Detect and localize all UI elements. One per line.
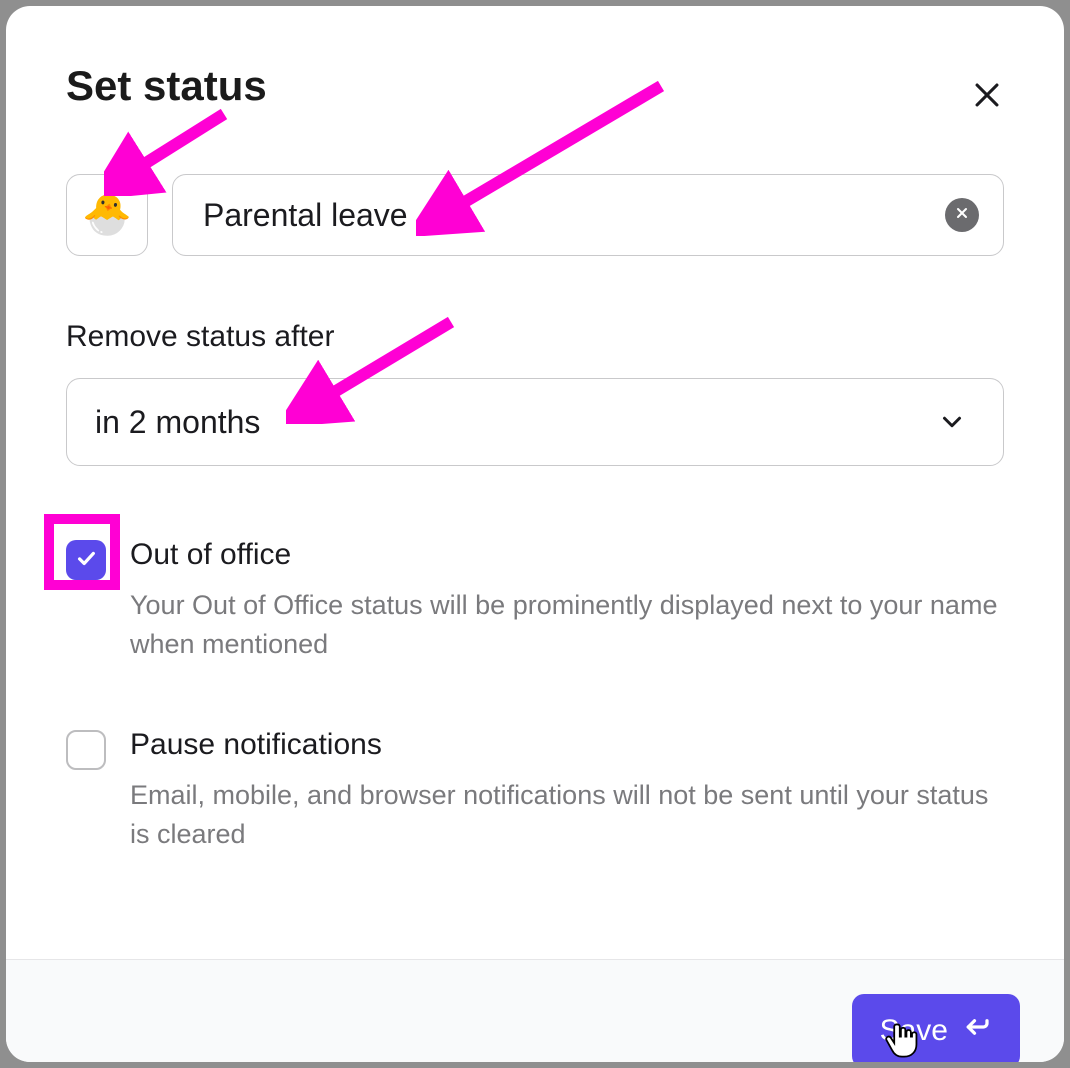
out-of-office-desc: Your Out of Office status will be promin…	[130, 586, 1004, 664]
set-status-dialog: Set status 🐣	[6, 6, 1064, 1062]
remove-after-select[interactable]: in 2 months	[66, 378, 1004, 466]
remove-after-value: in 2 months	[95, 404, 260, 441]
dialog-body: Set status 🐣	[6, 6, 1064, 959]
clear-status-button[interactable]	[945, 198, 979, 232]
dialog-footer: Save	[6, 959, 1064, 1062]
out-of-office-option: Out of office Your Out of Office status …	[66, 538, 1004, 664]
out-of-office-title: Out of office	[130, 538, 1004, 572]
remove-after-label: Remove status after	[66, 320, 1004, 354]
pause-notifications-desc: Email, mobile, and browser notifications…	[130, 776, 1004, 854]
out-of-office-text: Out of office Your Out of Office status …	[130, 538, 1004, 664]
pause-notifications-option: Pause notifications Email, mobile, and b…	[66, 728, 1004, 854]
dialog-title: Set status	[66, 62, 1004, 110]
status-row: 🐣	[66, 174, 1004, 256]
status-emoji-button[interactable]: 🐣	[66, 174, 148, 256]
chevron-down-icon	[937, 407, 967, 437]
checkmark-icon	[75, 547, 97, 574]
close-button[interactable]	[970, 78, 1004, 112]
status-text-input[interactable]	[201, 196, 929, 235]
x-circle-icon	[954, 205, 970, 226]
save-button[interactable]: Save	[852, 994, 1020, 1062]
hatching-chick-emoji: 🐣	[82, 195, 132, 235]
return-icon	[962, 1012, 992, 1050]
out-of-office-checkbox[interactable]	[66, 540, 106, 580]
close-icon	[970, 99, 1004, 116]
pause-notifications-checkbox[interactable]	[66, 730, 106, 770]
status-input-wrap	[172, 174, 1004, 256]
pause-notifications-title: Pause notifications	[130, 728, 1004, 762]
save-button-label: Save	[880, 1014, 948, 1048]
pause-notifications-text: Pause notifications Email, mobile, and b…	[130, 728, 1004, 854]
